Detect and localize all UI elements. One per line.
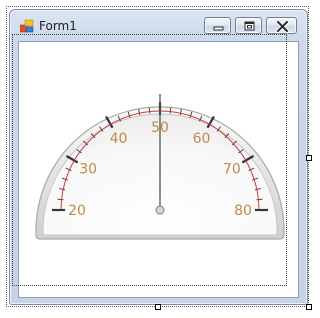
resize-handle-right[interactable] [306, 155, 312, 161]
designer-surface: Form1 20 30 40 50 60 70 80 [0, 0, 320, 318]
resize-handle-bottom-right[interactable] [306, 304, 312, 310]
resize-handle-bottom[interactable] [155, 304, 161, 310]
control-selection-border [6, 6, 309, 307]
